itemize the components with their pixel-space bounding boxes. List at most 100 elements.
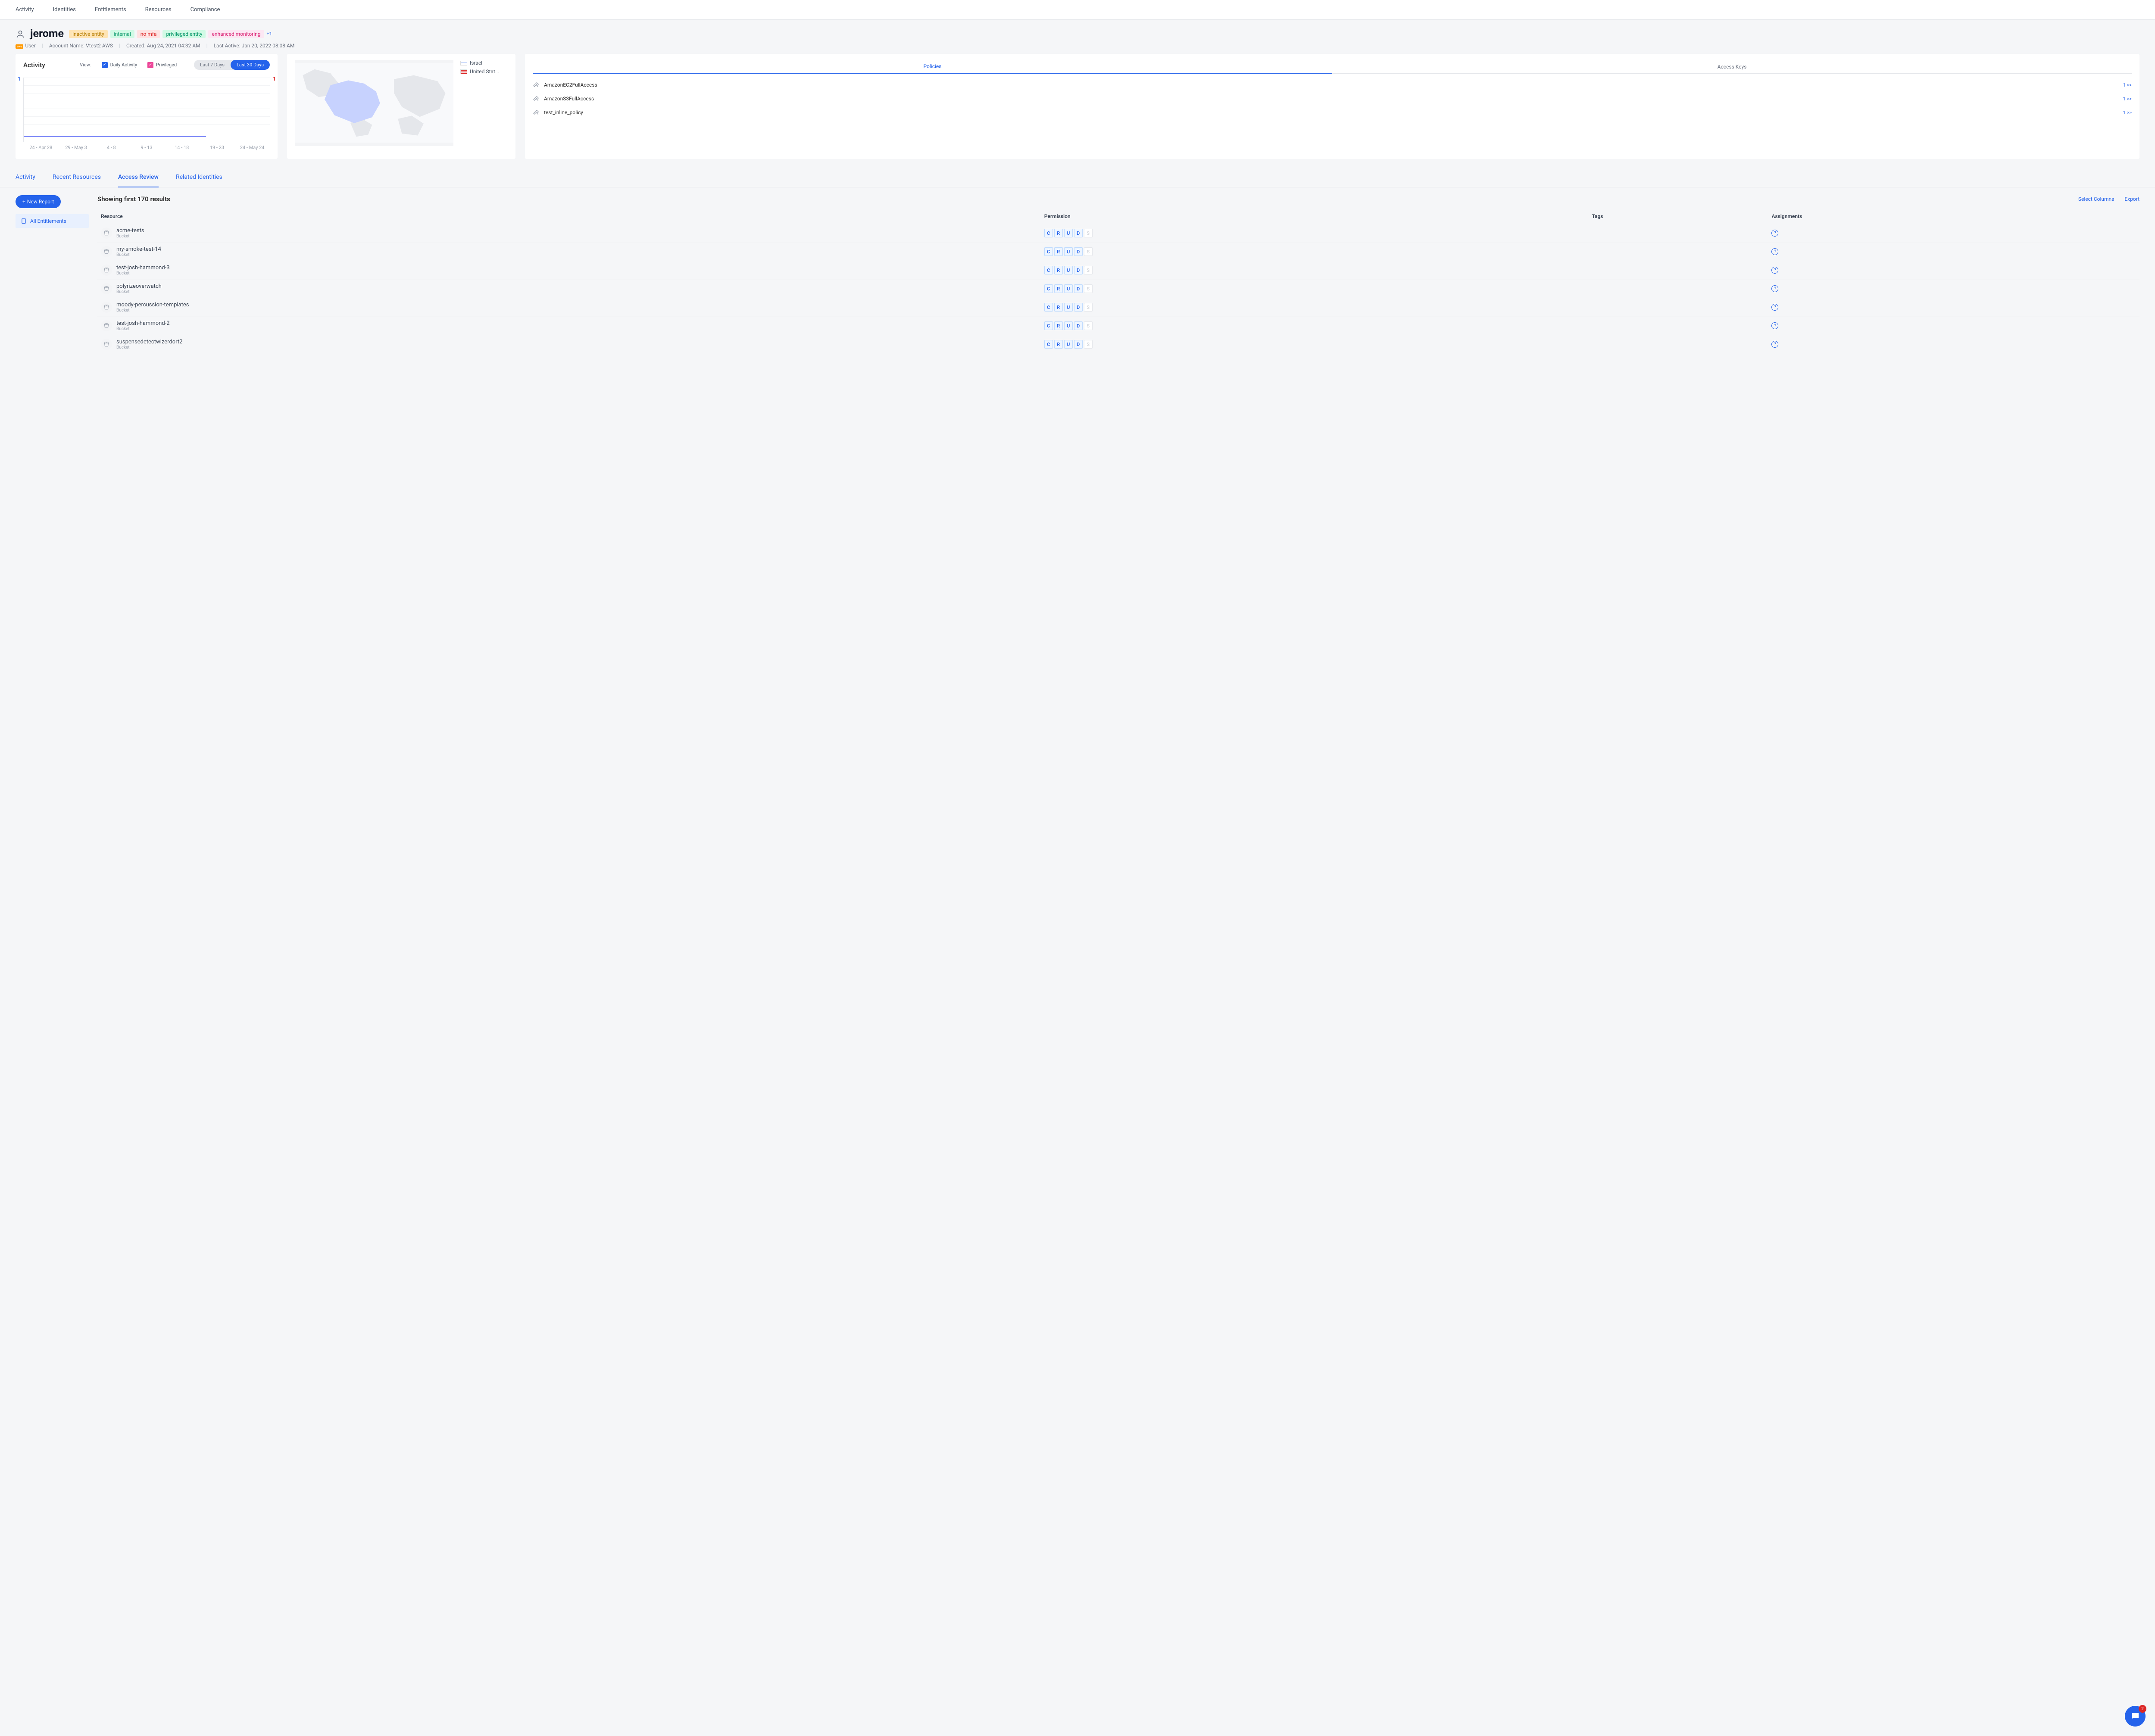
chk-daily[interactable]: ✓Daily Activity <box>102 62 137 68</box>
map-legend: Israel United Stat... <box>460 60 508 153</box>
lastactive-label: Last Active: <box>214 43 240 49</box>
perm-U: U <box>1064 266 1073 274</box>
perm-C: C <box>1044 303 1053 312</box>
perm-C: C <box>1044 340 1053 349</box>
lastactive-value: Jan 20, 2022 08:08 AM <box>242 43 295 49</box>
nav-compliance[interactable]: Compliance <box>191 0 220 19</box>
perm-D: D <box>1074 321 1083 330</box>
aws-icon: aws <box>16 44 23 49</box>
gavel-icon <box>533 95 540 102</box>
perm-R: R <box>1054 284 1063 293</box>
permission-badges: CRUDS <box>1044 247 1585 256</box>
perm-S-disabled: S <box>1084 266 1093 274</box>
help-icon[interactable]: ? <box>1771 285 1778 292</box>
resource-name: polyrizeoverwatch <box>116 283 162 290</box>
help-icon[interactable]: ? <box>1771 322 1778 329</box>
help-icon[interactable]: ? <box>1771 341 1778 348</box>
table-row[interactable]: test-josh-hammond-3Bucket CRUDS? <box>97 261 2139 280</box>
help-icon[interactable]: ? <box>1771 248 1778 255</box>
perm-D: D <box>1074 284 1083 293</box>
gavel-icon <box>533 81 540 88</box>
tab-related-identities[interactable]: Related Identities <box>176 174 222 187</box>
bucket-icon <box>101 228 112 239</box>
tab-activity[interactable]: Activity <box>16 174 35 187</box>
table-row[interactable]: my-smoke-test-14BucketCRUDS? <box>97 243 2139 261</box>
col-tags[interactable]: Tags <box>1588 209 1768 224</box>
report-sidebar: +New Report All Entitlements <box>16 195 89 353</box>
tab-access-keys[interactable]: Access Keys <box>1332 60 2132 73</box>
tab-policies[interactable]: Policies <box>533 60 1332 74</box>
perm-D: D <box>1074 340 1083 349</box>
policy-count[interactable]: 1 >> <box>2123 96 2132 102</box>
perm-U: U <box>1064 340 1073 349</box>
policy-tabs: Policies Access Keys <box>533 60 2132 74</box>
policy-count[interactable]: 1 >> <box>2123 110 2132 115</box>
range-segment: Last 7 Days Last 30 Days <box>194 60 270 70</box>
chat-launcher[interactable]: 2 <box>2125 1706 2146 1727</box>
nav-activity[interactable]: Activity <box>16 0 34 19</box>
range-7d[interactable]: Last 7 Days <box>194 60 231 70</box>
help-icon[interactable]: ? <box>1771 267 1778 274</box>
resource-name: test-josh-hammond-3 <box>116 265 170 271</box>
col-resource[interactable]: Resource <box>97 209 1041 224</box>
help-icon[interactable]: ? <box>1771 230 1778 237</box>
flag-us-icon <box>460 69 467 74</box>
permission-badges: CRUDS <box>1044 303 1585 312</box>
badge-internal: internal <box>110 30 134 38</box>
bucket-icon <box>101 246 112 257</box>
col-permission[interactable]: Permission <box>1041 209 1589 224</box>
tab-recent-resources[interactable]: Recent Resources <box>53 174 101 187</box>
sidebar-all-entitlements[interactable]: All Entitlements <box>16 214 89 228</box>
tab-access-review[interactable]: Access Review <box>118 174 159 187</box>
table-row[interactable]: acme-testsBucketCRUDS? <box>97 224 2139 243</box>
world-map <box>295 60 453 146</box>
results-table: Resource Permission Tags Assignments acm… <box>97 209 2139 353</box>
badge-privileged: privileged entity <box>162 30 206 38</box>
bucket-icon <box>101 339 112 350</box>
table-row[interactable]: moody-percussion-templatesBucketCRUDS? <box>97 298 2139 317</box>
resource-name: suspensedetectwizerdort2 <box>116 339 182 345</box>
table-row[interactable]: suspensedetectwizerdort2BucketCRUDS? <box>97 335 2139 354</box>
badge-more[interactable]: +1 <box>267 31 272 37</box>
bucket-icon <box>101 265 112 276</box>
help-icon[interactable]: ? <box>1771 304 1778 311</box>
perm-C: C <box>1044 266 1053 274</box>
range-30d[interactable]: Last 30 Days <box>231 60 270 70</box>
nav-resources[interactable]: Resources <box>145 0 172 19</box>
policy-item[interactable]: test_inline_policy1 >> <box>533 106 2132 119</box>
resource-type: Bucket <box>116 271 170 276</box>
export-link[interactable]: Export <box>2124 196 2139 202</box>
resource-type: Bucket <box>116 290 162 294</box>
select-columns-link[interactable]: Select Columns <box>2078 196 2114 202</box>
table-row[interactable]: test-josh-hammond-2BucketCRUDS? <box>97 317 2139 335</box>
account-name: Vtest2 AWS <box>86 43 113 49</box>
policy-name: AmazonS3FullAccess <box>544 96 594 102</box>
policy-count[interactable]: 1 >> <box>2123 82 2132 88</box>
bucket-icon <box>101 283 112 294</box>
table-row[interactable]: polyrizeoverwatchBucketCRUDS? <box>97 280 2139 298</box>
location-israel[interactable]: Israel <box>460 60 508 66</box>
resource-type: Bucket <box>116 308 189 313</box>
col-assignments[interactable]: Assignments <box>1768 209 2139 224</box>
perm-D: D <box>1074 247 1083 256</box>
perm-D: D <box>1074 229 1083 237</box>
perm-R: R <box>1054 229 1063 237</box>
policy-item[interactable]: AmazonS3FullAccess 1 >> <box>533 92 2132 106</box>
new-report-button[interactable]: +New Report <box>16 195 61 208</box>
activity-title: Activity <box>23 61 45 69</box>
perm-R: R <box>1054 303 1063 312</box>
identity-type: User <box>25 43 35 49</box>
permission-badges: CRUDS <box>1044 266 1585 274</box>
policy-item[interactable]: AmazonEC2FullAccess1 >> <box>533 78 2132 92</box>
perm-R: R <box>1054 321 1063 330</box>
chk-privileged[interactable]: ✓Privileged <box>147 62 177 68</box>
nav-identities[interactable]: Identities <box>53 0 76 19</box>
perm-U: U <box>1064 284 1073 293</box>
nav-entitlements[interactable]: Entitlements <box>95 0 126 19</box>
resource-type: Bucket <box>116 234 144 239</box>
perm-D: D <box>1074 303 1083 312</box>
perm-C: C <box>1044 229 1053 237</box>
location-us[interactable]: United Stat... <box>460 69 508 75</box>
perm-S-disabled: S <box>1084 303 1093 312</box>
badge-monitoring: enhanced monitoring <box>208 30 264 38</box>
